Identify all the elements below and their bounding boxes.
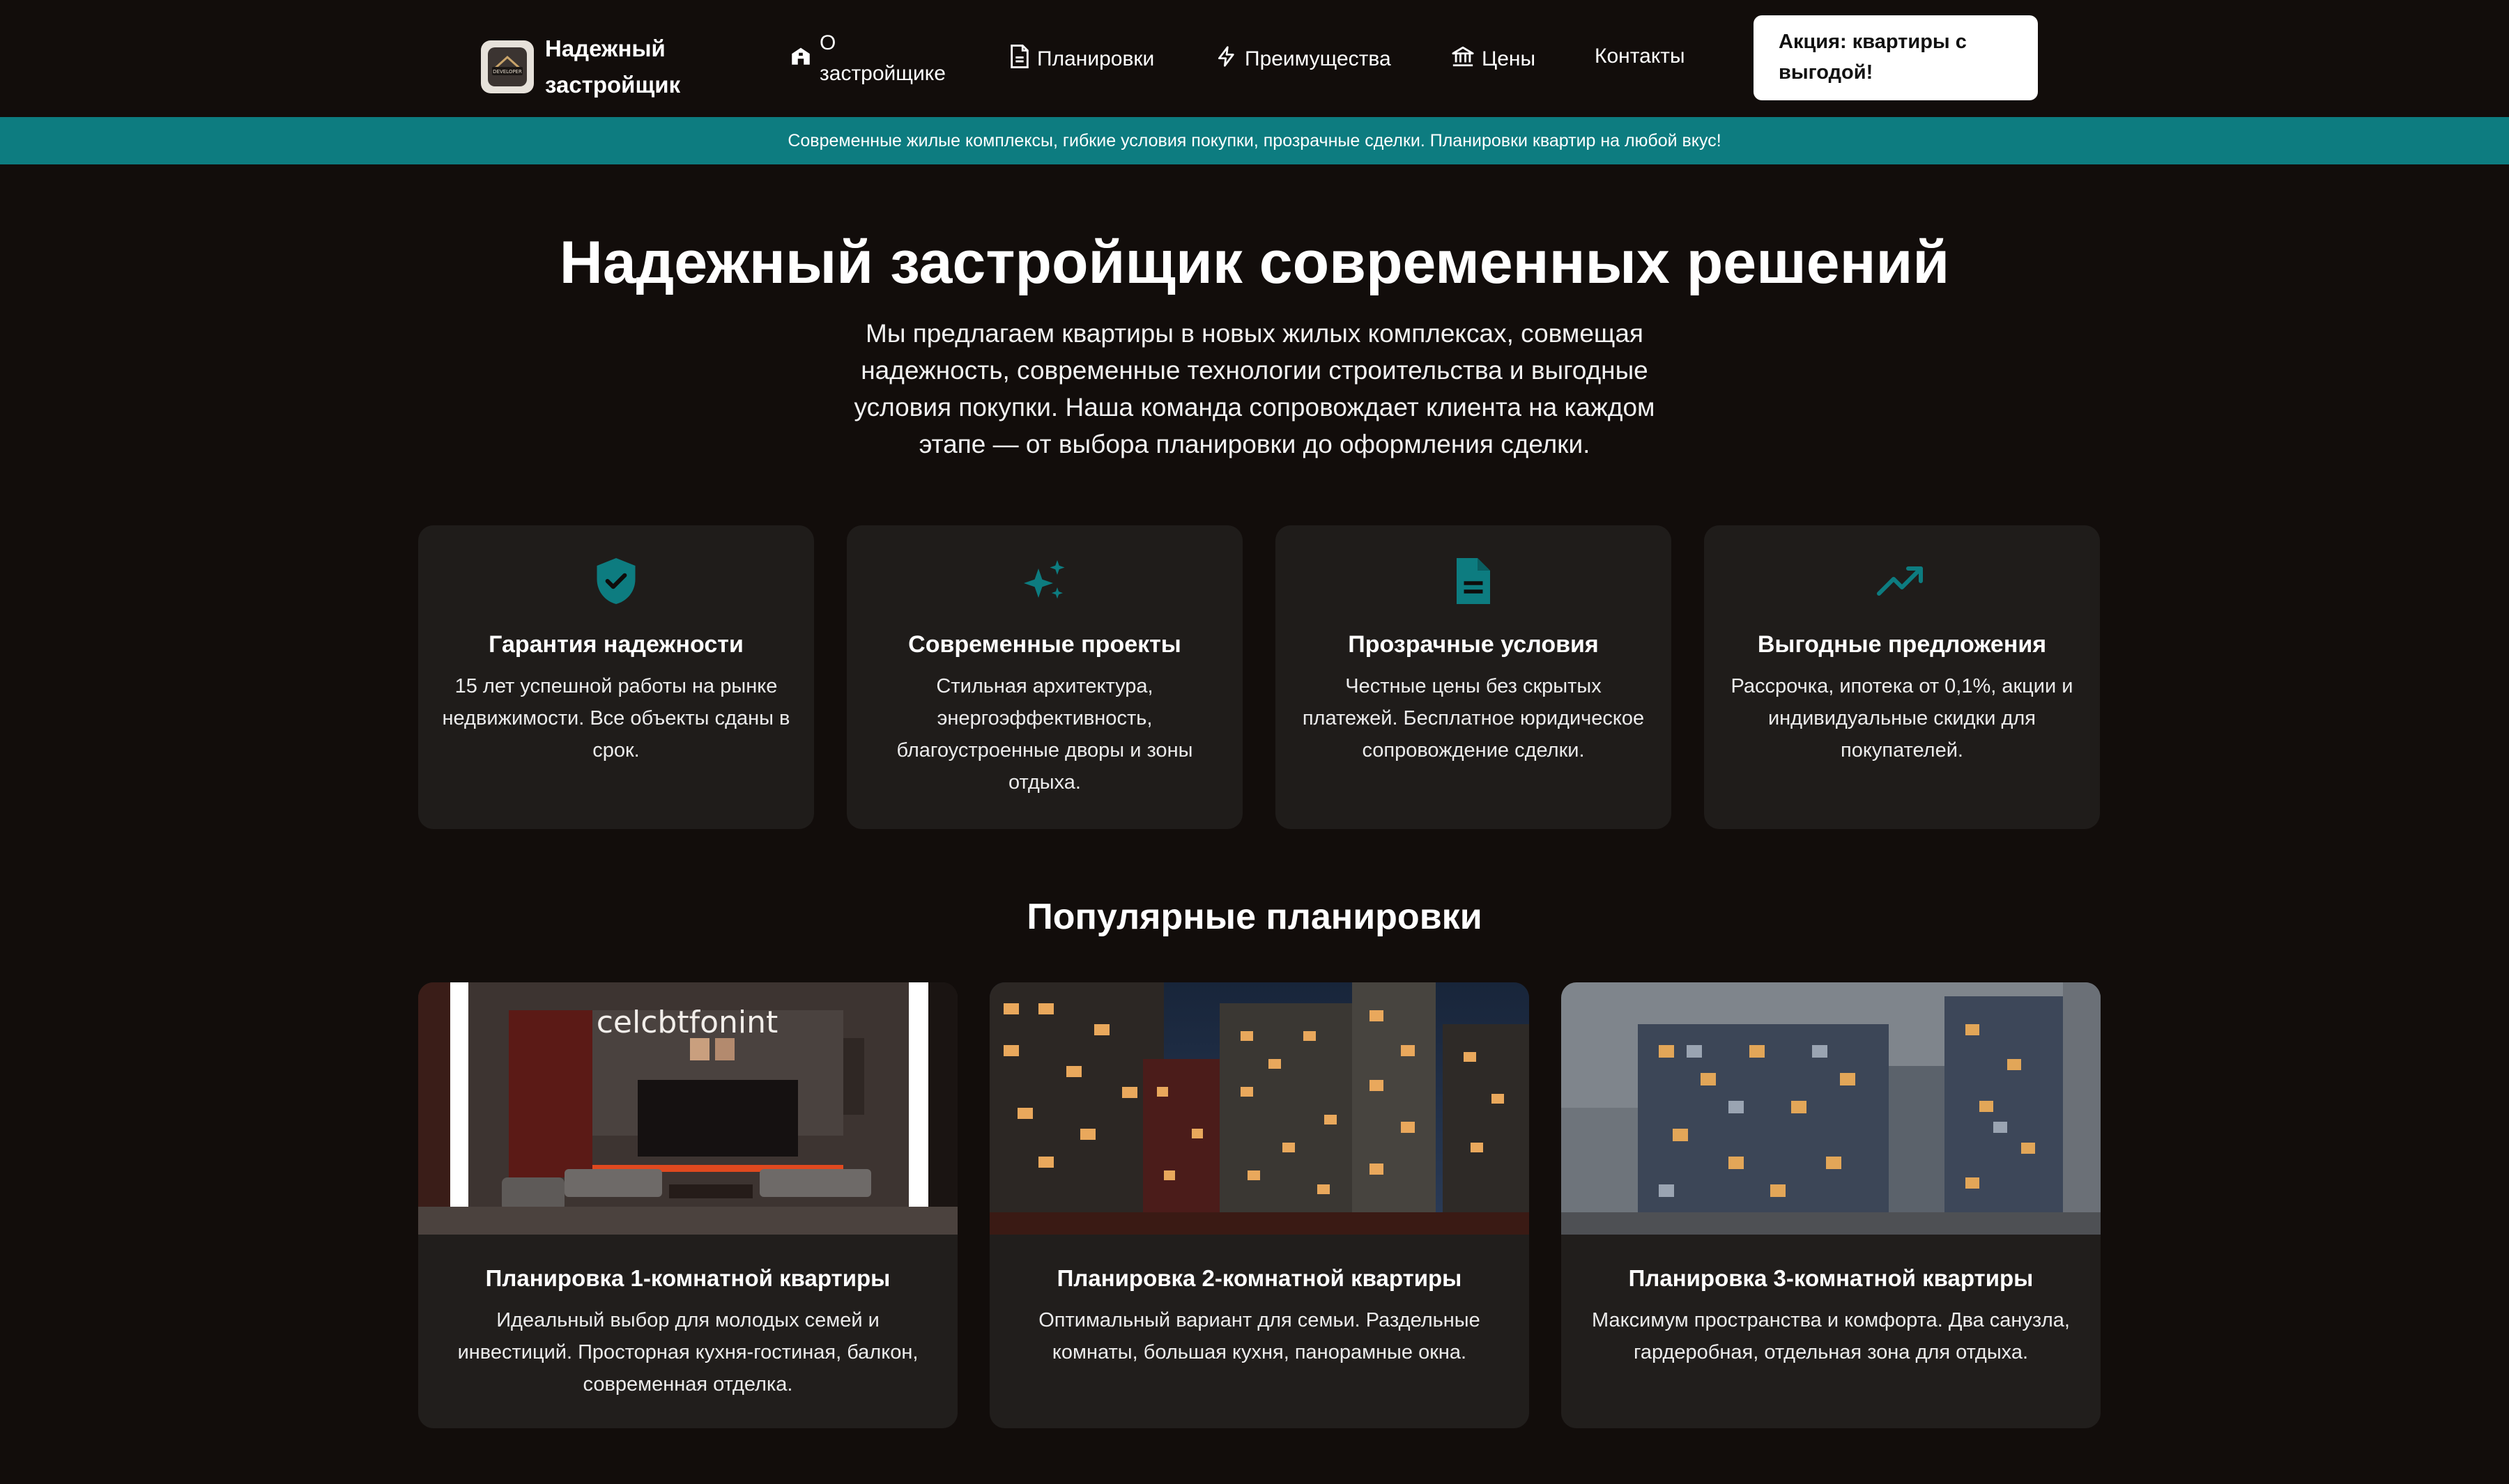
feature-card: Выгодные предложения Рассрочка, ипотека … [1704,525,2100,829]
feature-title: Современные проекты [908,631,1181,658]
building-dusk-image [1561,982,2101,1235]
feature-title: Прозрачные условия [1348,631,1599,658]
sparkles-icon [847,553,1243,609]
hero-text: Мы предлагаем квартиры в новых жилых ком… [854,319,1655,458]
feature-text: Рассрочка, ипотека от 0,1%, акции и инди… [1731,675,2073,762]
logo[interactable]: DEVELOPER Надежный застройщик [481,31,705,103]
feature-title: Выгодные предложения [1757,631,2047,658]
feature-text: 15 лет успешной работы на рынке недвижим… [442,675,790,762]
hero-title: Надежный застройщик современных решений [559,229,1950,296]
nav-advantages-label: Преимущества [1245,47,1391,70]
shield-check-icon [418,553,814,609]
features-section: Гарантия надежности 15 лет успешной рабо… [418,525,2100,829]
site-header: DEVELOPER Надежный застройщик О застройщ… [0,0,2509,117]
feature-text: Честные цены без скрытых платежей. Беспл… [1302,675,1645,762]
banner-text: Современные жилые комплексы, гибкие усло… [788,130,1721,150]
plan-title: Планировка 3-комнатной квартиры [1628,1265,2034,1291]
nav-plans-label: Планировки [1037,47,1155,70]
nav-about[interactable]: О застройщике [789,28,952,89]
building-night-image [990,982,1529,1235]
plan-text: Идеальный выбор для молодых семей и инве… [457,1309,919,1396]
nav-advantages[interactable]: Преимущества [1215,45,1391,74]
feature-card: Гарантия надежности 15 лет успешной рабо… [418,525,814,829]
nav-contacts-label: Контакты [1595,45,1685,68]
plan-title: Планировка 2-комнатной квартиры [1057,1265,1462,1291]
bank-icon [1451,45,1482,74]
plan-title: Планировка 1-комнатной квартиры [485,1265,891,1291]
document-icon [1009,45,1037,74]
lightning-icon [1215,45,1245,74]
building-icon [789,44,820,73]
plan-card[interactable]: celcbtfonint Планировка 1-комнатной квар… [418,982,958,1428]
document-icon [1275,553,1671,609]
trending-up-icon [1704,553,2100,609]
feature-title: Гарантия надежности [489,631,744,658]
plan-card[interactable]: Планировка 3-комнатной квартиры Максимум… [1561,982,2101,1428]
nav-prices[interactable]: Цены [1451,45,1535,74]
nav-plans[interactable]: Планировки [1009,45,1154,74]
plan-card[interactable]: Планировка 2-комнатной квартиры Оптималь… [990,982,1529,1428]
image-caption: celcbtfonint [597,1005,778,1040]
feature-card: Прозрачные условия Честные цены без скры… [1275,525,1671,829]
info-banner: Современные жилые комплексы, гибкие усло… [0,117,2509,164]
promo-button[interactable]: Акция: квартиры с выгодой! [1754,15,2038,100]
logo-image: DEVELOPER [481,40,534,93]
interior-image: celcbtfonint [418,982,958,1235]
nav-prices-label: Цены [1482,47,1536,70]
plan-text: Максимум пространства и комфорта. Два са… [1592,1309,2070,1363]
plan-text: Оптимальный вариант для семьи. Раздельны… [1038,1309,1480,1363]
feature-card: Современные проекты Стильная архитектура… [847,525,1243,829]
feature-text: Стильная архитектура, энергоэффективност… [896,675,1193,794]
nav-contacts[interactable]: Контакты [1595,45,1685,68]
logo-badge-text: DEVELOPER [493,69,522,75]
logo-text: Надежный застройщик [545,36,681,98]
nav-about-label: О застройщике [820,31,946,85]
plans-section-title: Популярные планировки [1027,897,1482,937]
